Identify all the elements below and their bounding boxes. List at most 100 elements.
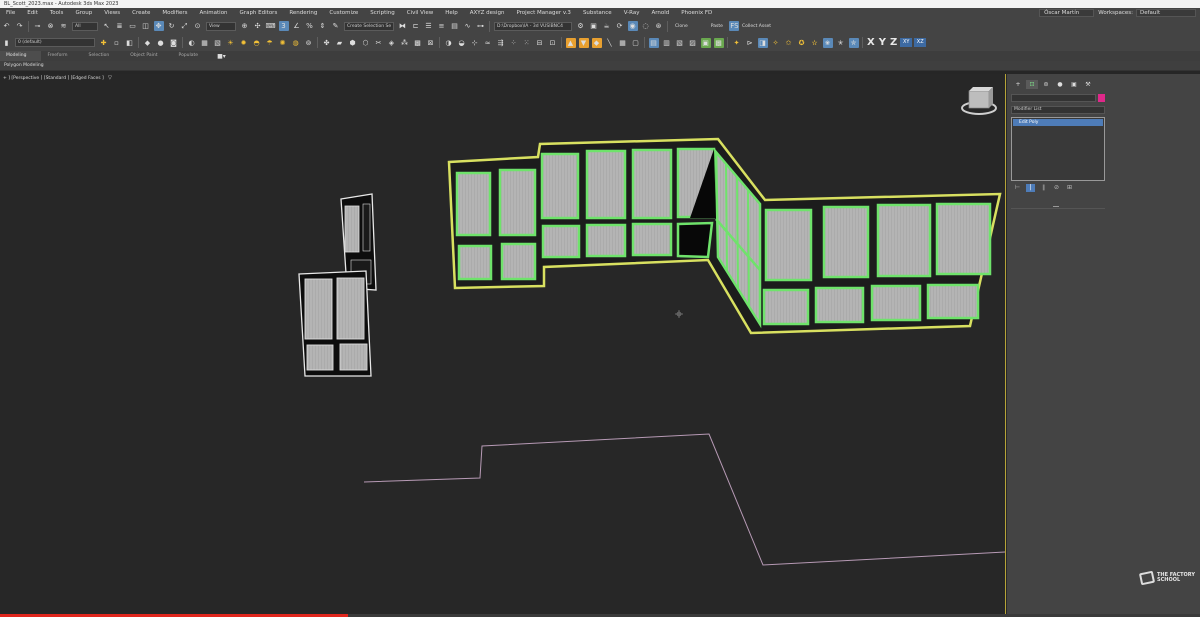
phoenix-particles-icon[interactable]: ⊹ — [470, 38, 480, 48]
menu-customize[interactable]: Customize — [323, 10, 364, 16]
keyboard-shortcut-override-icon[interactable]: ⌨ — [265, 21, 275, 31]
menu-scripting[interactable]: Scripting — [364, 10, 400, 16]
vray-mesh-export-icon[interactable]: ⬢ — [348, 38, 358, 48]
brush-tool-2-icon[interactable]: ✩ — [784, 38, 794, 48]
axis-x-button[interactable]: X — [867, 37, 875, 48]
perspective-viewport[interactable]: + ] [Perspective ] [Standard ] [Edged Fa… — [0, 74, 1006, 615]
selected-curtain-wall[interactable] — [447, 137, 1002, 335]
vray-proxy-icon[interactable]: ⊚ — [304, 38, 314, 48]
axis-z-button[interactable]: Z — [890, 37, 897, 48]
menu-graph-editors[interactable]: Graph Editors — [234, 10, 284, 16]
menu-vray[interactable]: V-Ray — [618, 10, 646, 16]
select-scale-icon[interactable]: ⤢ — [180, 21, 190, 31]
vray-ies-light-icon[interactable]: ☂ — [265, 38, 275, 48]
axis-y-button[interactable]: Y — [879, 37, 886, 48]
menu-group[interactable]: Group — [69, 10, 98, 16]
show-end-result-icon[interactable]: | — [1026, 184, 1035, 192]
make-unique-icon[interactable]: ∥ — [1039, 184, 1048, 192]
menu-phoenix-fd[interactable]: Phoenix FD — [675, 10, 718, 16]
curve-editor-icon[interactable]: ∿ — [463, 21, 473, 31]
vray-fur-icon[interactable]: ✤ — [322, 38, 332, 48]
layout-tool-5-icon[interactable]: ▣ — [700, 37, 711, 48]
select-by-name-icon[interactable]: ≣ — [115, 21, 125, 31]
reference-coordinate-dropdown[interactable]: View — [206, 21, 236, 31]
brush-tool-1-icon[interactable]: ✧ — [771, 38, 781, 48]
phoenix-ocean-icon[interactable]: ≈ — [483, 38, 493, 48]
layout-tool-6-icon[interactable]: ▩ — [713, 37, 724, 48]
menu-project-manager[interactable]: Project Manager v.3 — [510, 10, 577, 16]
undo-icon[interactable]: ↶ — [2, 21, 12, 31]
named-selection-sets-dropdown[interactable]: Create Selection Se — [344, 21, 394, 31]
brush-tool-7-icon[interactable]: ✮ — [848, 37, 859, 48]
modifier-stack[interactable]: Edit Poly — [1011, 117, 1105, 181]
edit-named-selection-icon[interactable]: ✎ — [331, 21, 341, 31]
brush-tool-3-icon[interactable]: ✪ — [797, 38, 807, 48]
orange-tool-1-icon[interactable]: ▲ — [565, 37, 576, 48]
viewport-scene[interactable] — [0, 74, 1006, 615]
ribbon-toggle-icon[interactable]: ▤ — [450, 21, 460, 31]
camera-icon[interactable]: ◙ — [169, 38, 179, 48]
phoenix-voxel-icon[interactable]: ⊟ — [535, 38, 545, 48]
select-rotate-icon[interactable]: ↻ — [167, 21, 177, 31]
configure-modifier-sets-icon[interactable]: ⊞ — [1065, 184, 1074, 192]
vray-scatter-icon[interactable]: ⁂ — [400, 38, 410, 48]
orange-tool-3-icon[interactable]: ◆ — [591, 37, 602, 48]
spinner-snap-icon[interactable]: ⇕ — [318, 21, 328, 31]
rendered-frame-window-icon[interactable]: ▣ — [589, 21, 599, 31]
pivot-center-icon[interactable]: ⊕ — [240, 21, 250, 31]
remove-modifier-icon[interactable]: ⊘ — [1052, 184, 1061, 192]
percent-snap-icon[interactable]: % — [305, 21, 315, 31]
active-tool-icon[interactable]: ◨ — [757, 37, 768, 48]
render-iterative-icon[interactable]: ⟳ — [615, 21, 625, 31]
new-layer-icon[interactable]: ▫ — [112, 38, 122, 48]
wand-tool-icon[interactable]: ✦ — [732, 38, 742, 48]
menu-substance[interactable]: Substance — [577, 10, 618, 16]
render-production-icon[interactable]: ☕ — [602, 21, 612, 31]
user-account-dropdown[interactable]: Óscar Martín — [1039, 9, 1095, 17]
menu-rendering[interactable]: Rendering — [283, 10, 323, 16]
modifier-stack-item[interactable]: Edit Poly — [1013, 119, 1103, 126]
unselected-window-large[interactable] — [298, 270, 372, 377]
add-to-layer-icon[interactable]: ✚ — [99, 38, 109, 48]
collect-asset-button[interactable]: Collect Asset — [742, 24, 771, 29]
redo-icon[interactable]: ↷ — [15, 21, 25, 31]
phoenix-splash-icon[interactable]: ⁙ — [522, 38, 532, 48]
menu-arnold[interactable]: Arnold — [645, 10, 675, 16]
select-move-icon[interactable]: ✥ — [153, 21, 164, 31]
brush-tool-6-icon[interactable]: ✭ — [836, 38, 846, 48]
align-icon[interactable]: ⊏ — [411, 21, 421, 31]
phoenix-foam-icon[interactable]: ⁘ — [509, 38, 519, 48]
phoenix-source-icon[interactable]: ◒ — [457, 38, 467, 48]
bind-space-warp-icon[interactable]: ≋ — [59, 21, 69, 31]
menu-views[interactable]: Views — [98, 10, 126, 16]
mirror-icon[interactable]: ⧓ — [398, 21, 408, 31]
vray-sun-icon[interactable]: ✹ — [239, 38, 249, 48]
unlink-icon[interactable]: ⊗ — [46, 21, 56, 31]
vray-plane-icon[interactable]: ▰ — [335, 38, 345, 48]
rectangular-selection-icon[interactable]: ▭ — [128, 21, 138, 31]
orange-tool-2-icon[interactable]: ▼ — [578, 37, 589, 48]
utilities-tab-icon[interactable]: ⚒ — [1082, 80, 1094, 89]
tab-populate[interactable]: Populate — [173, 51, 214, 61]
object-name-field[interactable] — [1011, 94, 1096, 102]
axis-xy-button[interactable]: XY — [900, 38, 913, 47]
menu-edit[interactable]: Edit — [21, 10, 44, 16]
menu-file[interactable]: File — [0, 10, 21, 16]
funnel-icon[interactable]: ▽ — [108, 75, 112, 81]
layer-toggle-icon[interactable]: ▮ — [2, 38, 12, 48]
pick-tool-icon[interactable]: ⊳ — [745, 38, 755, 48]
tab-selection[interactable]: Selection — [83, 51, 125, 61]
ribbon-options-icon[interactable]: ■▾ — [217, 53, 226, 60]
menu-tools[interactable]: Tools — [44, 10, 70, 16]
pin-stack-icon[interactable]: ⊢ — [1013, 184, 1022, 192]
toggle-scene-explorer-icon[interactable]: ☰ — [424, 21, 434, 31]
render-in-cloud-icon[interactable]: ◌ — [641, 21, 651, 31]
select-in-layer-icon[interactable]: ◧ — [125, 38, 135, 48]
select-object-icon[interactable]: ↖ — [102, 21, 112, 31]
vray-enmesh-icon[interactable]: ▩ — [413, 38, 423, 48]
cube-primitive-icon[interactable]: ◆ — [143, 38, 153, 48]
vray-scene-converter-icon[interactable]: ⬡ — [361, 38, 371, 48]
phoenix-force-icon[interactable]: ⇶ — [496, 38, 506, 48]
menu-create[interactable]: Create — [126, 10, 156, 16]
workspace-dropdown[interactable]: Default — [1136, 9, 1196, 17]
